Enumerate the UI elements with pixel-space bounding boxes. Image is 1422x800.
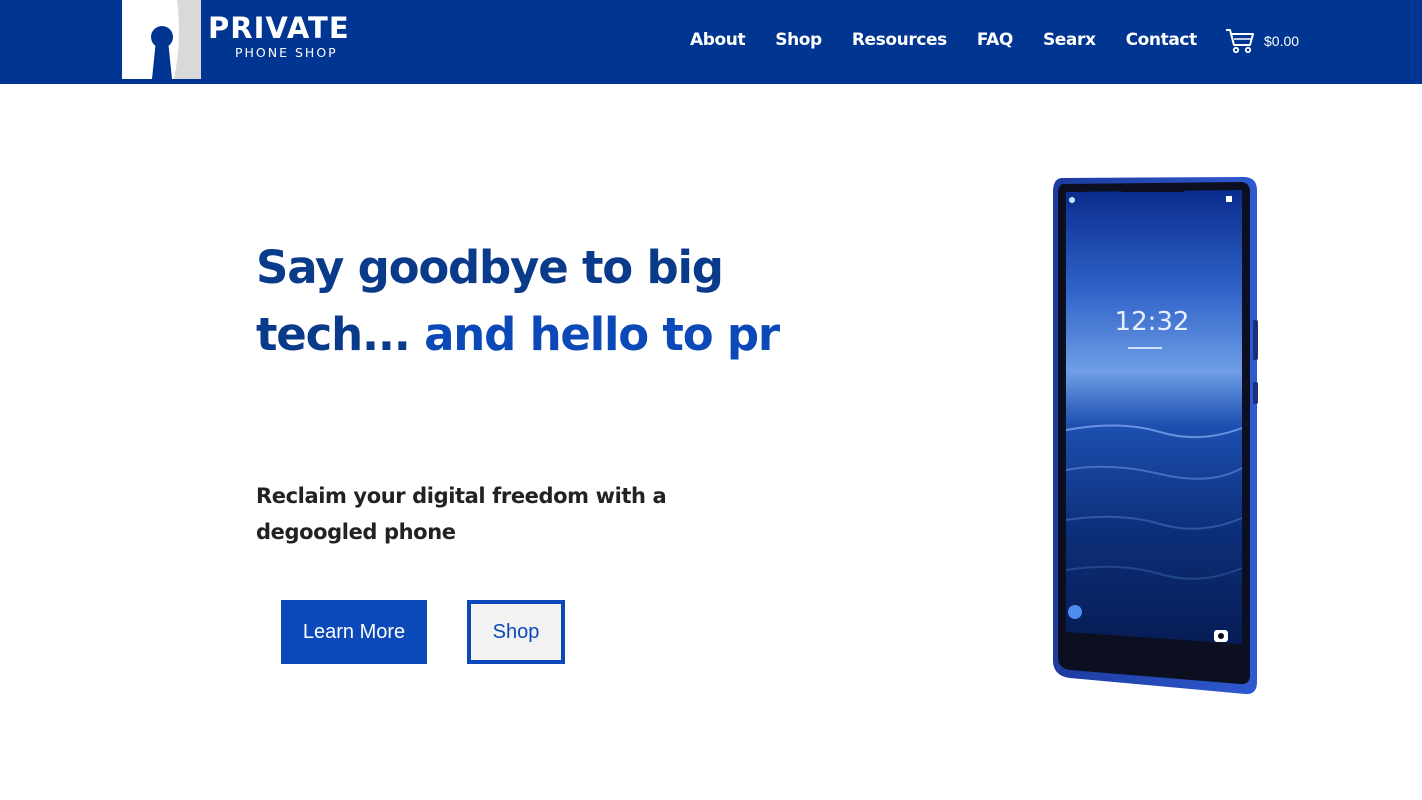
nav-contact[interactable]: Contact <box>1126 28 1198 52</box>
nav-searx[interactable]: Searx <box>1043 28 1096 52</box>
hero-headline: Say goodbye to big tech... and hello to … <box>256 234 816 368</box>
main-nav: About Shop Resources FAQ Searx Contact <box>690 28 1227 52</box>
hero-tagline: Reclaim your digital freedom with a dego… <box>256 484 667 544</box>
phone-product-image: 12:32 <box>1053 177 1258 695</box>
phone-clock: 12:32 <box>1115 307 1190 337</box>
shop-button[interactable]: Shop <box>467 600 565 664</box>
headline-line-2: tech... <box>256 308 411 361</box>
site-header: PRIVATE PHONE SHOP About Shop Resources … <box>0 0 1422 84</box>
nav-about[interactable]: About <box>690 28 746 52</box>
site-logo[interactable]: PRIVATE PHONE SHOP <box>122 0 372 79</box>
logo-title: PRIVATE <box>208 11 350 45</box>
headline-line-1: Say goodbye to big <box>256 241 724 294</box>
cart-total: $0.00 <box>1264 33 1300 49</box>
cart-icon <box>1226 29 1254 54</box>
keyhole-logo-icon <box>122 0 201 79</box>
nav-resources[interactable]: Resources <box>852 28 947 52</box>
nav-faq[interactable]: FAQ <box>977 28 1013 52</box>
learn-more-button[interactable]: Learn More <box>281 600 427 664</box>
cart-link[interactable]: $0.00 <box>1225 28 1299 54</box>
logo-subtitle: PHONE SHOP <box>235 45 338 60</box>
headline-typed-accent: and hello to pr <box>424 308 780 361</box>
nav-shop[interactable]: Shop <box>775 28 822 52</box>
